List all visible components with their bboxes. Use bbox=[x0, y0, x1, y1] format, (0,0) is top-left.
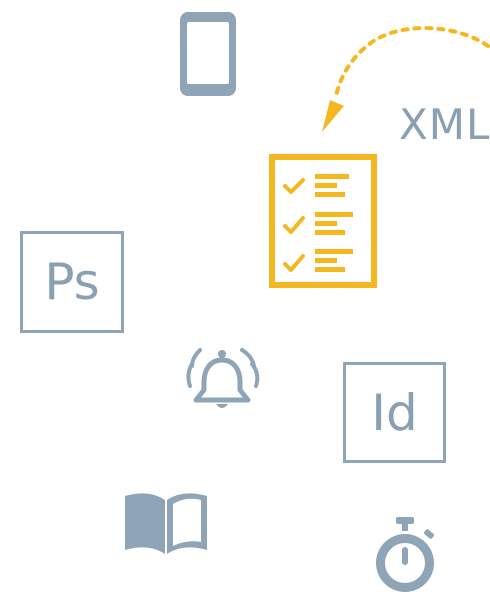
stopwatch-icon bbox=[376, 517, 434, 592]
photoshop-icon: Ps bbox=[20, 231, 124, 333]
open-book-icon bbox=[125, 493, 207, 554]
ringing-bell-icon bbox=[186, 348, 260, 408]
indesign-label: Id bbox=[371, 383, 418, 442]
indesign-icon: Id bbox=[343, 362, 446, 463]
photoshop-label: Ps bbox=[44, 253, 100, 311]
xml-label: XML bbox=[399, 100, 490, 149]
checklist-document-icon bbox=[269, 154, 377, 288]
smartphone-icon bbox=[180, 12, 236, 96]
